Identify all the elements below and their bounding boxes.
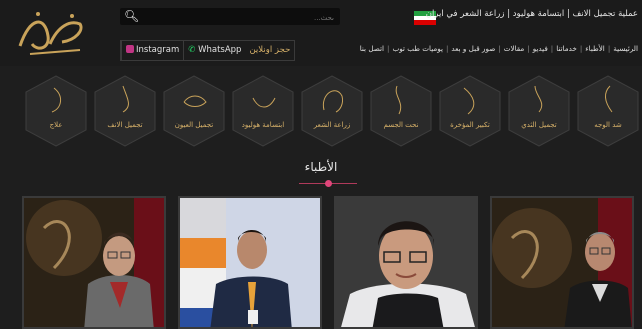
doctor-card[interactable] [490,196,634,329]
category-strip: علاج تجميل الانف تجميل العيون ابتسامة هو… [24,74,642,154]
head-icon [301,75,363,147]
nav-item-video[interactable]: فيديو [531,44,550,53]
buttock-icon [439,75,501,147]
instagram-link[interactable]: Instagram [121,41,183,60]
top-header: 🔍︎ عملیة تجمیل الانف | ابتسامة هولیود | … [0,0,642,66]
category-eyes[interactable]: تجميل العيون [162,74,226,148]
nav-item-articles[interactable]: مقالات [502,44,527,53]
nav-item-services[interactable]: خدماتنا [554,44,579,53]
doctors-section-title: الأطباء [304,160,338,174]
doctor-photo [492,198,632,327]
category-facelift[interactable]: شد الوجه [576,74,640,148]
category-body-sculpting[interactable]: نحت الجسم [369,74,433,148]
category-hollywood-smile[interactable]: ابتسامة هوليود [231,74,295,148]
search-bar[interactable]: 🔍︎ [120,8,340,27]
nav-item-diaries[interactable]: يوميات طب توب [390,44,445,53]
nav-item-contact[interactable]: اتصل بنا [358,44,386,53]
doctor-photo [24,198,164,327]
section-divider-dot [325,180,332,187]
search-input[interactable] [152,8,336,27]
category-hair-transplant[interactable]: زراعة الشعر [300,74,364,148]
doctor-card[interactable] [178,196,322,329]
face-icon [577,75,639,147]
whatsapp-link[interactable]: ✆ WhatsApp [183,41,245,60]
body-icon [370,75,432,147]
doctor-photo [336,198,476,327]
nav-item-home[interactable]: الرئيسية [611,44,640,53]
eye-icon [163,75,225,147]
main-nav: الرئيسية | الأطباء | خدماتنا | فيديو | مقالا… [358,44,640,53]
doctor-card[interactable] [334,196,478,329]
site-title: عملیة تجمیل الانف | ابتسامة هولیود | زرا… [425,9,638,19]
doctor-card[interactable] [22,196,166,329]
instagram-icon [126,45,134,53]
whatsapp-icon: ✆ [188,45,196,55]
doctor-photo [180,198,320,327]
nav-item-before-after[interactable]: صور قبل و بعد [449,44,497,53]
category-treatment[interactable]: علاج [24,74,88,148]
social-links: Instagram ✆ WhatsApp حجز اونلاین [120,40,296,61]
online-booking-link[interactable]: حجز اونلاین [245,41,294,60]
category-breast[interactable]: تجميل الثدي [507,74,571,148]
category-bbl[interactable]: تكبير المؤخرة [438,74,502,148]
hexagon-icon [25,75,87,147]
nose-icon [94,75,156,147]
site-logo[interactable] [10,6,90,60]
breast-icon [508,75,570,147]
smile-icon [232,75,294,147]
search-icon[interactable]: 🔍︎ [124,8,139,25]
nav-item-doctors[interactable]: الأطباء [583,44,607,53]
category-rhinoplasty[interactable]: تجميل الانف [93,74,157,148]
